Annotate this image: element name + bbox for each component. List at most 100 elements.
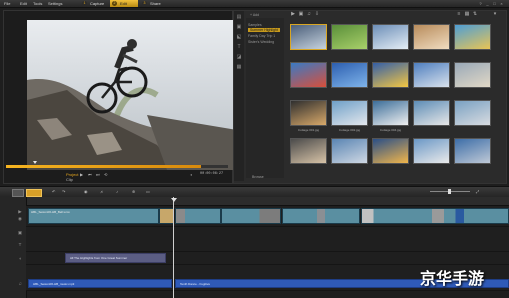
photo-filter-icon[interactable]: ▣ bbox=[298, 12, 304, 17]
browse-button[interactable]: Browse bbox=[252, 175, 264, 179]
media-thumbnail[interactable] bbox=[290, 100, 327, 126]
fast-forward-icon[interactable]: ⏭ bbox=[96, 172, 100, 177]
audio-filter-icon[interactable]: ♫ bbox=[306, 12, 312, 17]
media-thumbnail[interactable] bbox=[413, 62, 450, 88]
folder-item-family-day-trip[interactable]: Family Day Trip 1 bbox=[248, 34, 275, 38]
video-clip-thumbnail[interactable] bbox=[159, 208, 174, 224]
import-icon[interactable]: ⇩ bbox=[314, 12, 320, 17]
media-thumbnail[interactable] bbox=[454, 100, 491, 126]
title-track-icon[interactable]: T bbox=[17, 242, 23, 247]
video-track-icon[interactable]: ▶ bbox=[17, 209, 23, 214]
media-thumbnail[interactable] bbox=[290, 138, 327, 164]
mountain-bike-scene-image bbox=[27, 20, 237, 170]
zoom-slider-handle[interactable] bbox=[448, 189, 451, 194]
thumbnail-caption: Cottage 002.jpg bbox=[338, 128, 361, 132]
overlay-lane[interactable] bbox=[26, 227, 509, 252]
menu-tools[interactable]: Tools bbox=[33, 1, 42, 6]
step-number: 1 bbox=[82, 1, 87, 6]
menu-bar: File Edit Tools Settings 1 Capture 2 Edi… bbox=[0, 0, 509, 8]
auto-music-icon[interactable]: ♪ bbox=[116, 189, 118, 194]
rewind-icon[interactable]: ⏮ bbox=[88, 172, 92, 177]
step-tab-edit[interactable]: 2 Edit bbox=[110, 0, 138, 7]
menu-file[interactable]: File bbox=[4, 1, 10, 6]
scrub-handle[interactable] bbox=[33, 161, 37, 164]
folder-item-sisters-wedding[interactable]: Sister's Wedding bbox=[248, 40, 274, 44]
media-thumbnail[interactable] bbox=[331, 62, 368, 88]
title-icon[interactable]: T bbox=[235, 44, 243, 50]
folder-item-samples[interactable]: Samples bbox=[248, 23, 262, 27]
menu-edit[interactable]: Edit bbox=[20, 1, 27, 6]
menu-settings[interactable]: Settings bbox=[48, 1, 62, 6]
media-thumbnail[interactable] bbox=[372, 138, 409, 164]
media-thumbnail[interactable] bbox=[413, 24, 450, 50]
storyboard-view-button[interactable] bbox=[12, 189, 24, 197]
title-clip[interactable]: All The Highlights from One Great Summer bbox=[65, 253, 166, 263]
media-thumbnail[interactable] bbox=[331, 138, 368, 164]
track-mute-icon[interactable]: ◉ bbox=[17, 216, 23, 221]
playhead-handle[interactable] bbox=[171, 198, 177, 202]
clip-mode-label[interactable]: Clip bbox=[66, 177, 73, 182]
sort-icon[interactable]: ⇅ bbox=[472, 12, 478, 17]
mixer-icon[interactable]: ♬ bbox=[100, 189, 104, 194]
music-clip-label: HBL_Sesion06-HB_music.mp3 bbox=[33, 282, 75, 286]
media-thumbnail[interactable] bbox=[413, 138, 450, 164]
close-button[interactable]: × bbox=[499, 1, 504, 6]
media-thumbnail[interactable] bbox=[372, 24, 409, 50]
media-thumbnail[interactable] bbox=[372, 62, 409, 88]
video-clip[interactable]: HBL_Sesion06-HB_Bell.wmv bbox=[28, 208, 159, 224]
filter-icon[interactable]: ▦ bbox=[235, 64, 243, 70]
video-preview bbox=[27, 20, 237, 170]
help-button[interactable]: ? bbox=[478, 1, 483, 6]
media-thumbnail[interactable] bbox=[454, 138, 491, 164]
step-tab-share[interactable]: 3 Share bbox=[140, 0, 170, 7]
thumbnail-caption: Cottage 001.jpg bbox=[297, 128, 320, 132]
music-clip[interactable]: HBL_Sesion06-HB_music.mp3 bbox=[28, 279, 172, 288]
timeline-playhead[interactable] bbox=[173, 197, 174, 298]
undo-icon[interactable]: ↶ bbox=[52, 189, 55, 194]
list-view-icon[interactable]: ≡ bbox=[456, 12, 462, 17]
subtitle-icon[interactable]: ▭ bbox=[146, 189, 150, 194]
clip-label: HBL_Sesion06-HB_Bell.wmv bbox=[31, 210, 70, 214]
media-thumbnail[interactable] bbox=[413, 100, 450, 126]
instant-project-icon[interactable]: ▣ bbox=[235, 24, 243, 30]
options-icon[interactable]: ▾ bbox=[492, 12, 498, 17]
video-filter-icon[interactable]: ▶ bbox=[290, 12, 296, 17]
thumbnail-caption: Cottage 004.jpg bbox=[379, 128, 402, 132]
record-icon[interactable]: ◉ bbox=[84, 189, 88, 194]
voice-track-icon[interactable]: ◖ bbox=[17, 256, 23, 261]
overlay-track-icon[interactable]: ▣ bbox=[17, 230, 23, 235]
video-clip[interactable] bbox=[221, 208, 281, 224]
volume-icon[interactable]: ◖ bbox=[190, 172, 192, 177]
app-window: File Edit Tools Settings 1 Capture 2 Edi… bbox=[0, 0, 509, 298]
media-icon[interactable]: ▤ bbox=[235, 14, 243, 20]
repeat-icon[interactable]: ⟲ bbox=[104, 172, 107, 177]
media-thumbnail[interactable] bbox=[290, 24, 327, 50]
folder-item-summer-highlight[interactable]: Summer Highlight bbox=[248, 28, 280, 32]
media-thumbnail[interactable] bbox=[331, 100, 368, 126]
media-thumbnail[interactable] bbox=[454, 24, 491, 50]
music-clip-label: Tenth Dance - Fugitive bbox=[180, 282, 211, 286]
play-button[interactable]: ▶ bbox=[80, 172, 83, 177]
motion-track-icon[interactable]: ⊕ bbox=[132, 189, 135, 194]
video-clip[interactable] bbox=[282, 208, 360, 224]
step-number: 3 bbox=[142, 1, 147, 6]
minimize-button[interactable]: _ bbox=[485, 1, 490, 6]
add-folder-button[interactable]: + Add bbox=[250, 13, 259, 17]
media-thumbnail[interactable] bbox=[290, 62, 327, 88]
maximize-button[interactable]: □ bbox=[492, 1, 497, 6]
fit-to-window-icon[interactable]: ⤢ bbox=[476, 189, 479, 194]
music-track-icon[interactable]: ♫ bbox=[17, 281, 23, 286]
timecode-display[interactable]: 00:00:06:27 bbox=[200, 172, 223, 176]
redo-icon[interactable]: ↷ bbox=[62, 189, 65, 194]
video-clip[interactable] bbox=[175, 208, 221, 224]
graphic-icon[interactable]: ◪ bbox=[235, 54, 243, 60]
media-thumbnail[interactable] bbox=[454, 62, 491, 88]
timeline-ruler[interactable] bbox=[26, 197, 509, 206]
step-label: Edit bbox=[120, 1, 127, 6]
timeline-view-button[interactable] bbox=[26, 189, 42, 197]
thumbnail-view-icon[interactable]: ▦ bbox=[464, 12, 470, 17]
video-clip[interactable] bbox=[361, 208, 509, 224]
media-thumbnail[interactable] bbox=[331, 24, 368, 50]
media-thumbnail[interactable] bbox=[372, 100, 409, 126]
transition-icon[interactable]: ⬕ bbox=[235, 34, 243, 40]
